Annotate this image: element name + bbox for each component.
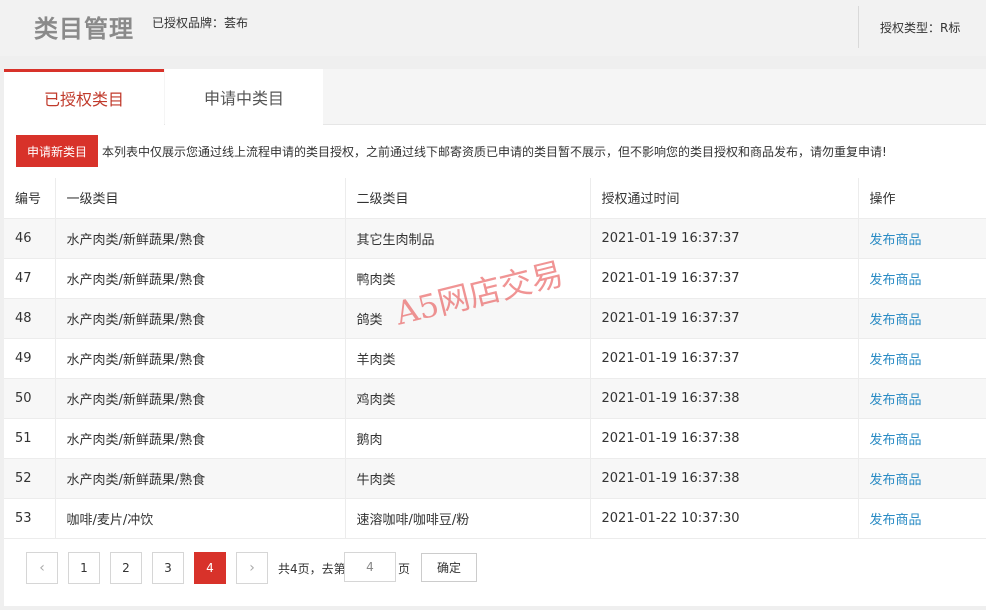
header-secondary-category: 二级类目 — [345, 178, 591, 219]
cell-primary-category: 水产肉类/新鲜蔬果/熟食 — [55, 418, 346, 459]
content-panel: 已授权类目 申请中类目 申请新类目 本列表中仅展示您通过线上流程申请的类目授权，… — [4, 69, 986, 606]
table-header-row: 编号 一级类目 二级类目 授权通过时间 操作 — [4, 178, 986, 219]
page-4-button[interactable]: 4 — [194, 552, 226, 584]
confirm-button[interactable]: 确定 — [421, 553, 477, 582]
cell-id: 48 — [4, 298, 56, 339]
cell-approval-time: 2021-01-19 16:37:37 — [590, 218, 859, 259]
publish-product-link[interactable]: 发布商品 — [858, 378, 986, 419]
table-row: 52 水产肉类/新鲜蔬果/熟食 牛肉类 2021-01-19 16:37:38 … — [4, 458, 986, 499]
page-title: 类目管理 — [34, 15, 134, 43]
notice-text: 本列表中仅展示您通过线上流程申请的类目授权，之前通过线下邮寄资质已申请的类目暂不… — [102, 145, 887, 159]
authorization-type: 授权类型：R标 — [880, 21, 961, 35]
cell-primary-category: 水产肉类/新鲜蔬果/熟食 — [55, 218, 346, 259]
cell-id: 52 — [4, 458, 56, 499]
cell-approval-time: 2021-01-19 16:37:37 — [590, 298, 859, 339]
cell-id: 53 — [4, 498, 56, 539]
table-row: 51 水产肉类/新鲜蔬果/熟食 鹅肉 2021-01-19 16:37:38 发… — [4, 418, 986, 459]
publish-product-link[interactable]: 发布商品 — [858, 418, 986, 459]
page-2-button[interactable]: 2 — [110, 552, 142, 584]
goto-page-input[interactable] — [344, 552, 396, 582]
cell-id: 50 — [4, 378, 56, 419]
page-suffix-text: 页 — [398, 562, 411, 576]
header-divider — [858, 6, 859, 48]
cell-id: 46 — [4, 218, 56, 259]
cell-approval-time: 2021-01-19 16:37:37 — [590, 338, 859, 379]
cell-secondary-category: 鸭肉类 — [345, 258, 591, 299]
page-3-button[interactable]: 3 — [152, 552, 184, 584]
table-row: 46 水产肉类/新鲜蔬果/熟食 其它生肉制品 2021-01-19 16:37:… — [4, 218, 986, 259]
tab-bar: 已授权类目 申请中类目 — [4, 69, 986, 126]
header-primary-category: 一级类目 — [55, 178, 346, 219]
cell-secondary-category: 其它生肉制品 — [345, 218, 591, 259]
cell-id: 49 — [4, 338, 56, 379]
cell-approval-time: 2021-01-19 16:37:38 — [590, 378, 859, 419]
cell-secondary-category: 鹅肉 — [345, 418, 591, 459]
cell-primary-category: 水产肉类/新鲜蔬果/熟食 — [55, 458, 346, 499]
cell-secondary-category: 鸡肉类 — [345, 378, 591, 419]
cell-approval-time: 2021-01-19 16:37:38 — [590, 418, 859, 459]
table-row: 49 水产肉类/新鲜蔬果/熟食 羊肉类 2021-01-19 16:37:37 … — [4, 338, 986, 379]
publish-product-link[interactable]: 发布商品 — [858, 218, 986, 259]
cell-primary-category: 水产肉类/新鲜蔬果/熟食 — [55, 378, 346, 419]
authorized-brand: 已授权品牌：荟布 — [152, 16, 249, 30]
publish-product-link[interactable]: 发布商品 — [858, 298, 986, 339]
prev-page-button[interactable]: ‹ — [26, 552, 58, 584]
cell-secondary-category: 速溶咖啡/咖啡豆/粉 — [345, 498, 591, 539]
header-approval-time: 授权通过时间 — [590, 178, 859, 219]
header-id: 编号 — [4, 178, 56, 219]
cell-secondary-category: 牛肉类 — [345, 458, 591, 499]
publish-product-link[interactable]: 发布商品 — [858, 338, 986, 379]
cell-secondary-category: 羊肉类 — [345, 338, 591, 379]
header-action: 操作 — [858, 178, 986, 219]
total-pages-text: 共4页，去第 — [278, 562, 346, 576]
table-row: 47 水产肉类/新鲜蔬果/熟食 鸭肉类 2021-01-19 16:37:37 … — [4, 258, 986, 299]
table-row: 50 水产肉类/新鲜蔬果/熟食 鸡肉类 2021-01-19 16:37:38 … — [4, 378, 986, 419]
next-page-button[interactable]: › — [236, 552, 268, 584]
publish-product-link[interactable]: 发布商品 — [858, 258, 986, 299]
table-row: 48 水产肉类/新鲜蔬果/熟食 鸽类 2021-01-19 16:37:37 发… — [4, 298, 986, 339]
category-table: 编号 一级类目 二级类目 授权通过时间 操作 46 水产肉类/新鲜蔬果/熟食 其… — [4, 178, 986, 539]
cell-primary-category: 水产肉类/新鲜蔬果/熟食 — [55, 298, 346, 339]
cell-approval-time: 2021-01-19 16:37:38 — [590, 458, 859, 499]
page-header: 类目管理 已授权品牌：荟布 授权类型：R标 — [0, 0, 986, 56]
page-1-button[interactable]: 1 — [68, 552, 100, 584]
publish-product-link[interactable]: 发布商品 — [858, 458, 986, 499]
cell-primary-category: 咖啡/麦片/冲饮 — [55, 498, 346, 539]
cell-approval-time: 2021-01-22 10:37:30 — [590, 498, 859, 539]
publish-product-link[interactable]: 发布商品 — [858, 498, 986, 539]
cell-id: 51 — [4, 418, 56, 459]
cell-id: 47 — [4, 258, 56, 299]
tab-pending-categories[interactable]: 申请中类目 — [165, 69, 323, 125]
cell-approval-time: 2021-01-19 16:37:37 — [590, 258, 859, 299]
cell-primary-category: 水产肉类/新鲜蔬果/熟食 — [55, 258, 346, 299]
apply-new-category-button[interactable]: 申请新类目 — [16, 135, 98, 167]
table-row: 53 咖啡/麦片/冲饮 速溶咖啡/咖啡豆/粉 2021-01-22 10:37:… — [4, 498, 986, 539]
tab-authorized-categories[interactable]: 已授权类目 — [4, 69, 164, 126]
cell-secondary-category: 鸽类 — [345, 298, 591, 339]
cell-primary-category: 水产肉类/新鲜蔬果/熟食 — [55, 338, 346, 379]
